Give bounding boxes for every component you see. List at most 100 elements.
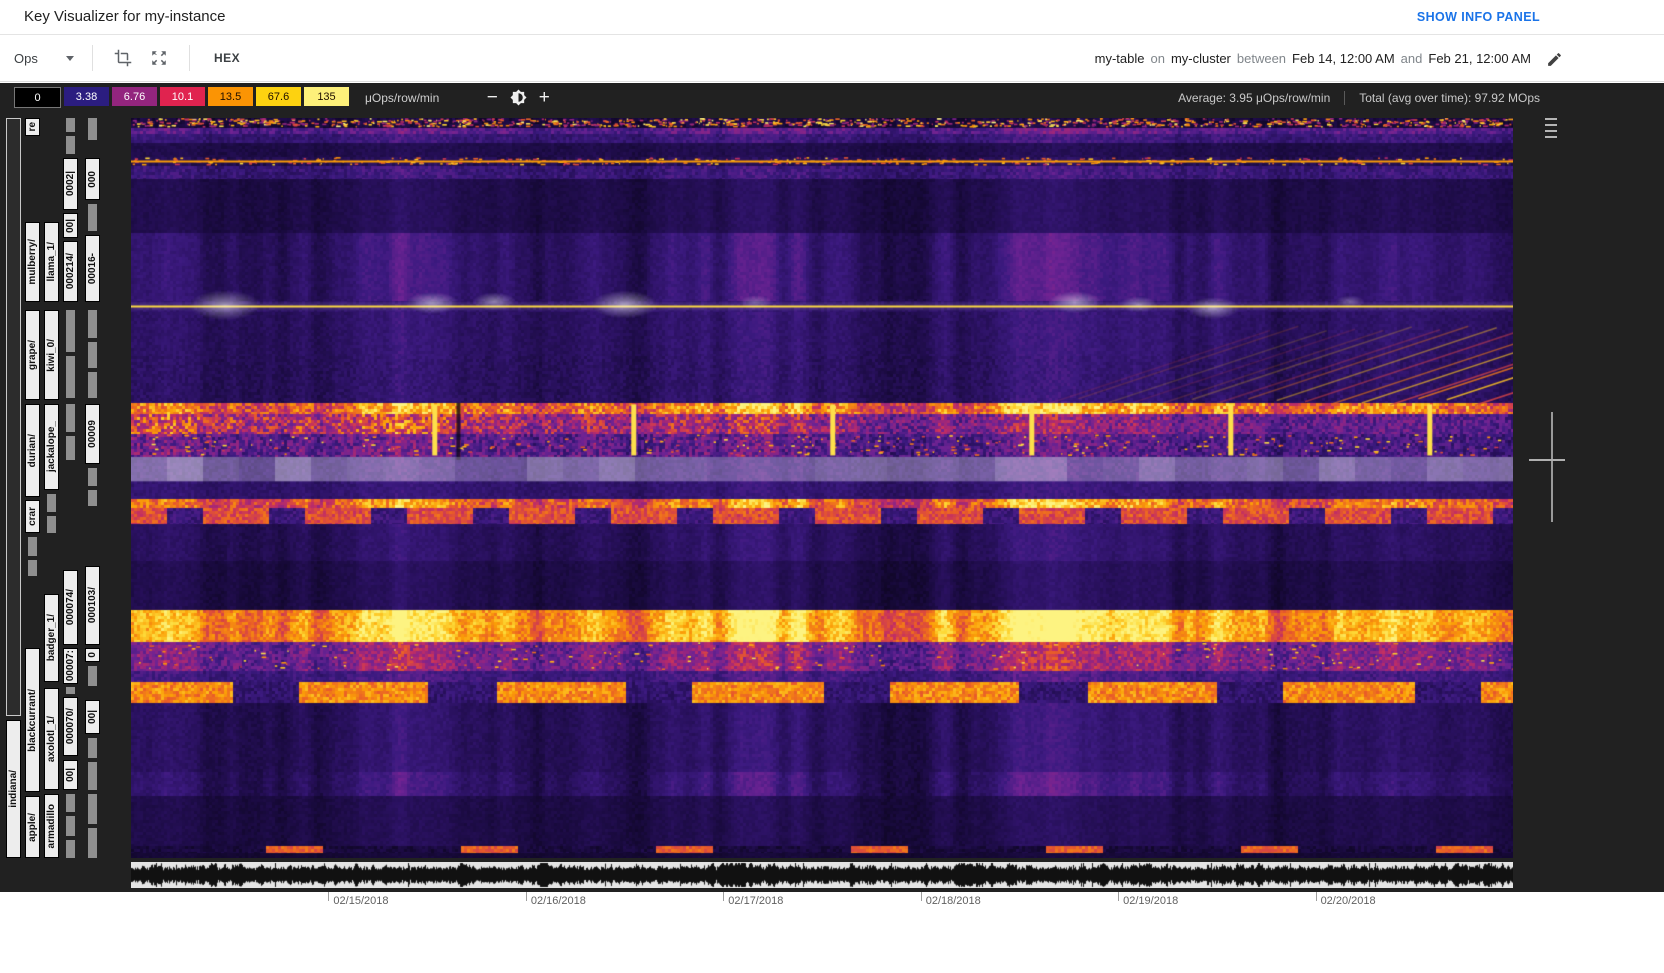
toolbar: Ops HEX my-table on my-cluster between F… xyxy=(0,35,1664,82)
key-label[interactable]: 00| xyxy=(63,213,78,238)
key-range-bar xyxy=(88,118,97,140)
legend-stop: 0 xyxy=(14,87,61,108)
key-range-bar xyxy=(66,118,75,132)
key-range-bar xyxy=(66,794,75,812)
heatmap-canvas[interactable] xyxy=(131,118,1513,858)
rail-tick xyxy=(1545,136,1557,138)
key-range-bar xyxy=(88,738,97,758)
key-range-bar xyxy=(88,468,97,486)
key-range-bar xyxy=(28,560,37,576)
scope-and-word: and xyxy=(1400,51,1423,66)
legend-unit: μOps/row/min xyxy=(365,90,440,105)
key-range-bar xyxy=(66,310,75,352)
legend-stop: 67.6 xyxy=(256,87,301,106)
rail-handle[interactable] xyxy=(1529,459,1565,461)
key-label[interactable]: 000 xyxy=(85,158,100,200)
key-range-bar xyxy=(88,794,97,824)
rail-track xyxy=(1551,412,1553,522)
legend-stats: Average: 3.95 μOps/row/min Total (avg ov… xyxy=(1178,90,1540,105)
scope-on-word: on xyxy=(1150,51,1165,66)
key-label[interactable]: 000074/ xyxy=(63,570,78,645)
key-label[interactable]: axolotl_1/ xyxy=(44,688,59,790)
key-label[interactable]: mulberry/ xyxy=(25,222,40,302)
page-header: Key Visualizer for my-instance SHOW INFO… xyxy=(0,0,1664,35)
scope-end-time: Feb 21, 12:00 AM xyxy=(1428,51,1531,66)
timeline-tick xyxy=(920,892,922,901)
key-range-bar xyxy=(66,436,75,460)
heatmap-region: indiana/re mulberry/grape/durian/crar blac… xyxy=(0,112,1664,892)
key-label[interactable]: jackalope_ xyxy=(44,404,59,490)
toolbar-divider xyxy=(189,45,190,71)
key-range-bar xyxy=(66,840,75,858)
timeline-tick xyxy=(328,892,330,901)
page-title: Key Visualizer for my-instance xyxy=(24,8,226,25)
key-label[interactable]: grape/ xyxy=(25,310,40,400)
key-range-bar xyxy=(47,494,56,512)
key-label[interactable]: 000103/ xyxy=(85,566,100,645)
key-range-bar xyxy=(88,490,97,506)
key-range-bar xyxy=(88,342,97,368)
key-range-bar xyxy=(66,816,75,836)
timeline-tick xyxy=(1315,892,1317,901)
average-label: Average: 3.95 μOps/row/min xyxy=(1178,90,1331,105)
timeline-tick xyxy=(1118,892,1120,901)
legend-stop: 135 xyxy=(304,87,349,106)
key-label[interactable]: 00| xyxy=(63,760,78,790)
key-label[interactable]: crar xyxy=(25,500,40,533)
key-label[interactable]: 000070/ xyxy=(63,697,78,756)
key-label[interactable]: 00009 xyxy=(85,404,100,464)
key-range-bar xyxy=(88,310,97,338)
key-label[interactable]: re xyxy=(25,118,40,136)
timeline-scrubber[interactable] xyxy=(131,862,1513,888)
key-label[interactable]: 0002| xyxy=(63,158,78,210)
legend-stop: 13.5 xyxy=(208,87,253,106)
zoom-in-button[interactable]: + xyxy=(531,86,557,110)
key-range-bar xyxy=(6,118,21,716)
key-label[interactable]: kiwi_0/ xyxy=(44,310,59,400)
key-label[interactable]: llama_1/ xyxy=(44,222,59,302)
total-label: Total (avg over time): 97.92 MOps xyxy=(1359,90,1540,105)
key-range-bar xyxy=(88,666,97,686)
page: { "header": { "title": "Key Visualizer f… xyxy=(0,0,1664,973)
timeline-date-label: 02/20/2018 xyxy=(1320,895,1376,907)
key-label[interactable]: 00007: xyxy=(63,648,78,684)
timeline-tick xyxy=(723,892,725,901)
fullscreen-icon xyxy=(152,51,166,65)
key-range-bar xyxy=(66,136,75,154)
legend-stop: 10.1 xyxy=(160,87,205,106)
key-range-bar xyxy=(66,404,75,432)
key-range-bar xyxy=(66,687,75,694)
rail-tick xyxy=(1545,118,1557,120)
key-label[interactable]: 00| xyxy=(85,700,100,734)
key-label[interactable]: 0 xyxy=(85,648,100,662)
key-label[interactable]: blackcurrant/ xyxy=(25,648,40,792)
key-range-bar xyxy=(88,204,97,231)
timeline-date-label: 02/16/2018 xyxy=(530,895,586,907)
metric-dropdown-value: Ops xyxy=(14,50,38,66)
edit-scope-button[interactable] xyxy=(1538,43,1570,75)
key-range-bar xyxy=(28,537,37,556)
key-label[interactable]: armadillo xyxy=(44,794,59,858)
brightness-icon xyxy=(510,89,527,106)
key-label[interactable]: 00016- xyxy=(85,235,100,302)
key-label[interactable]: indiana/ xyxy=(6,720,21,858)
hex-toggle-button[interactable]: HEX xyxy=(202,43,252,73)
key-label[interactable]: 000214/ xyxy=(63,241,78,302)
zoom-out-button[interactable]: − xyxy=(479,86,505,110)
chevron-down-icon xyxy=(66,55,74,61)
show-info-panel-button[interactable]: SHOW INFO PANEL xyxy=(1417,10,1540,24)
brightness-button[interactable] xyxy=(505,86,531,110)
timeline-date-label: 02/15/2018 xyxy=(333,895,389,907)
legend-bar: 0 3.38 6.76 10.1 13.5 67.6 135 μOps/row/min − … xyxy=(0,83,1664,112)
scope-cluster: my-cluster xyxy=(1170,51,1231,66)
key-label[interactable]: apple/ xyxy=(25,796,40,858)
crop-button[interactable] xyxy=(105,40,141,76)
rail-tick xyxy=(1545,130,1557,132)
fullscreen-button[interactable] xyxy=(141,40,177,76)
key-label[interactable]: durian/ xyxy=(25,404,40,497)
metric-dropdown[interactable]: Ops xyxy=(14,51,80,66)
key-label[interactable]: badger_1/ xyxy=(44,594,59,682)
timeline-date-label: 02/19/2018 xyxy=(1123,895,1179,907)
key-range-bar xyxy=(47,516,56,533)
timeline-tick xyxy=(525,892,527,901)
